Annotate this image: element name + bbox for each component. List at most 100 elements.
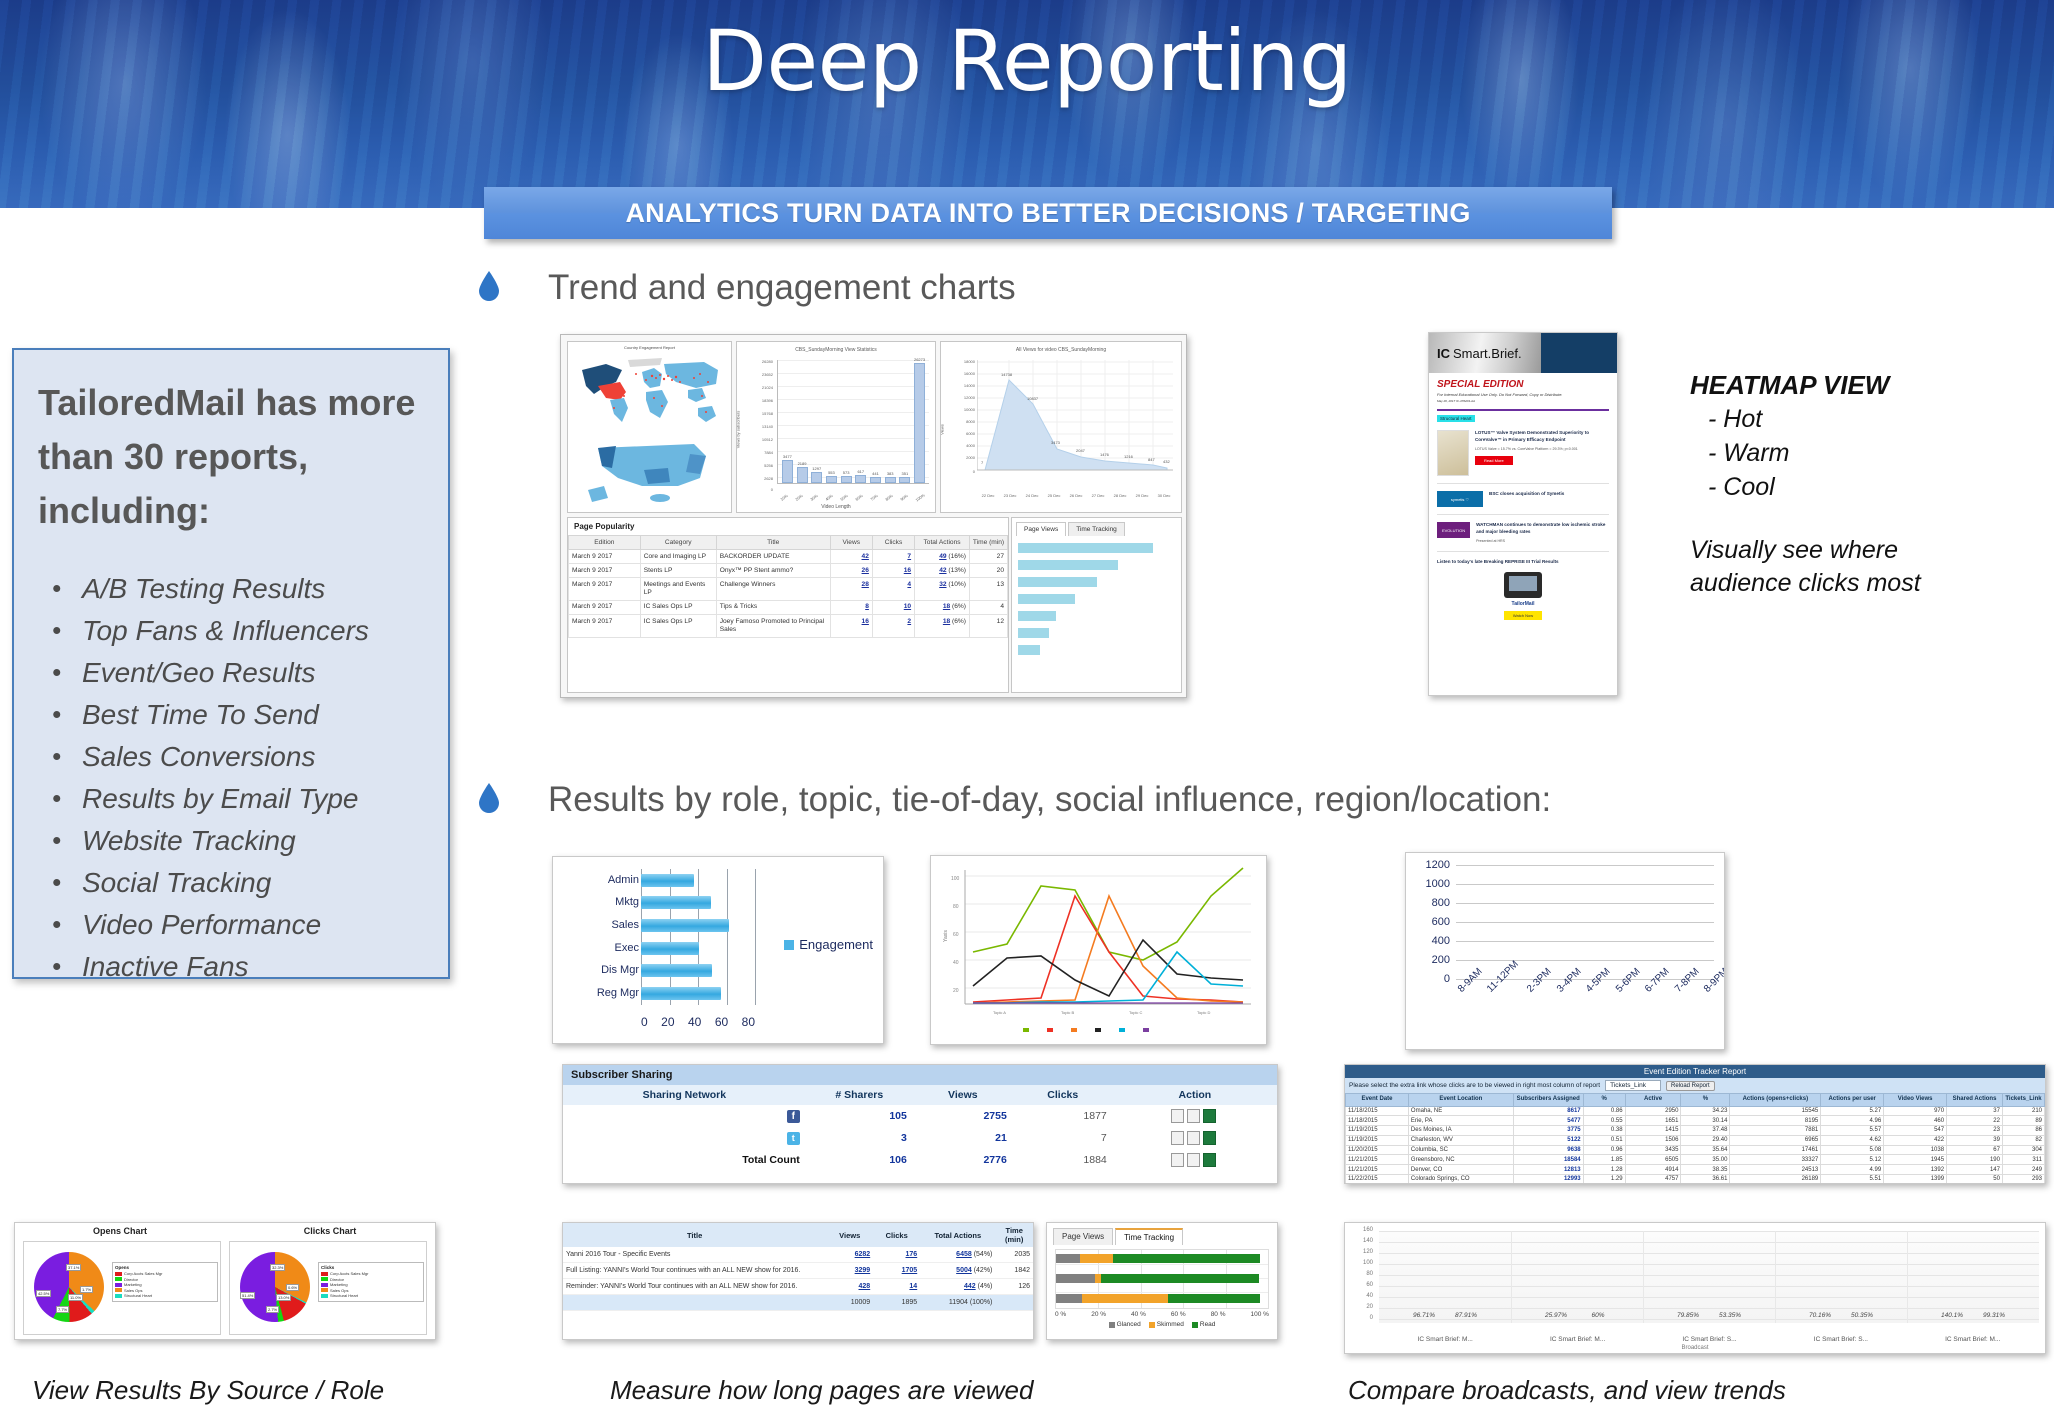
table-row: 11/19/2015 Charleston, WV 5122 0.51 1506 29.4… (1345, 1134, 2045, 1146)
report-icon[interactable] (1186, 1153, 1200, 1167)
table-cell: Greensboro, NC (1407, 1154, 1514, 1166)
table-cell: 11/21/2015 (1345, 1154, 1409, 1166)
cell-views[interactable]: 6282 (826, 1247, 874, 1263)
cell-clicks[interactable]: 7 (871, 548, 916, 565)
email-header: IC Smart.Brief. (1429, 333, 1617, 373)
table-cell: 38.35 (1680, 1164, 1731, 1175)
cell-views[interactable]: 26 (829, 563, 873, 579)
table-row: 11/19/2015 Des Moines, IA 3775 0.38 1415 37.4… (1345, 1125, 2045, 1136)
svg-text:Topic D: Topic D (1197, 1010, 1210, 1015)
subscriber-sharing-table[interactable]: Subscriber Sharing Sharing Network # Sha… (562, 1064, 1278, 1184)
extra-link-select[interactable]: Tickets_Link (1605, 1080, 1661, 1091)
cell-clicks[interactable]: 16 (871, 563, 916, 579)
list-item: Best Time To Send (38, 693, 424, 736)
read-more-button[interactable]: Read More (1474, 455, 1513, 465)
table-cell: 35.00 (1680, 1154, 1731, 1166)
table-cell: 11/20/2015 (1345, 1144, 1409, 1156)
table-cell: 5477 (1512, 1115, 1584, 1127)
reload-report-button[interactable]: Reload Report (1665, 1080, 1715, 1091)
details-icon[interactable] (1170, 1153, 1184, 1167)
heatmap-note-line1: Visually see where (1690, 536, 1898, 564)
table-cell: 8195 (1729, 1115, 1822, 1127)
story3-body: Presented at HRS (1476, 538, 1506, 543)
details-icon[interactable] (1170, 1131, 1184, 1145)
table-cell: 23 (1946, 1125, 2003, 1136)
cell-actions[interactable]: 5004 (42%) (920, 1262, 996, 1279)
page-popularity-table[interactable]: Page Popularity Edition Category Title V… (567, 517, 1009, 693)
all-views-area-chart: All Views for video CBS_SundayMorning Vi… (940, 341, 1182, 513)
table-cell: Des Moines, IA (1407, 1125, 1514, 1136)
trend-dashboard-screenshot[interactable]: Country Engagement Report CBS_SundayMorn… (560, 334, 1187, 698)
cell-clicks[interactable]: 10 (871, 599, 916, 616)
cell-actions[interactable]: 6458 (54%) (920, 1247, 996, 1263)
table-row: 11/21/2015 Denver, CO 12813 1.28 4914 38.35 24… (1345, 1164, 2045, 1175)
cell-actions[interactable]: 18 (6%) (914, 599, 970, 616)
yanni-tour-table[interactable]: Title Views Clicks Total Actions Time (m… (562, 1222, 1034, 1340)
email-heatmap-screenshot[interactable]: IC Smart.Brief. SPECIAL EDITION For Inte… (1428, 332, 1618, 696)
excel-export-icon[interactable] (1202, 1109, 1216, 1123)
cell-actions: 11904 (100%) (920, 1294, 996, 1311)
cell-clicks[interactable]: 4 (871, 577, 916, 601)
clicks-label-structural: 0.6% (286, 1284, 300, 1291)
clicks-label-salesops: 32.3% (270, 1264, 286, 1271)
video-thumbnail-icon (1504, 571, 1542, 598)
video-length-yaxis: 26280 23652 21024 18396 15768 13140 1051… (761, 359, 773, 492)
cell-clicks[interactable]: 176 (873, 1247, 921, 1263)
time-of-day-bars (1456, 865, 1714, 981)
cell-clicks[interactable]: 1705 (873, 1262, 921, 1279)
time-tracking-panel[interactable]: Page Views Time Tracking 0 % 20 % 40 % 60 … (1046, 1222, 1278, 1340)
col-total-actions: Total Actions (914, 535, 970, 550)
valve-image (1437, 430, 1469, 476)
table-cell: 5122 (1512, 1134, 1584, 1146)
tab-time-tracking[interactable]: Time Tracking (1115, 1228, 1184, 1245)
compare-xticks: IC Smart Brief: M... IC Smart Brief: M...… (1417, 1336, 2001, 1343)
opens-label-director: 7.7% (56, 1306, 70, 1313)
report-icon[interactable] (1186, 1109, 1200, 1123)
facebook-icon[interactable]: f (786, 1109, 800, 1123)
page-views-panel[interactable]: Page Views Time Tracking (1011, 517, 1182, 693)
header-banner: Deep Reporting (0, 0, 2054, 208)
cell-views[interactable]: 428 (826, 1278, 874, 1295)
heatmap-level-warm: - Warm (1708, 439, 1790, 467)
cell-time: 20 (968, 563, 1009, 579)
cell-actions[interactable]: 42 (13%) (914, 563, 970, 579)
twitter-icon[interactable]: t (786, 1131, 800, 1145)
cell-clicks[interactable]: 14 (873, 1278, 921, 1295)
col-sharers: # Sharers (805, 1085, 913, 1105)
report-icon[interactable] (1186, 1131, 1200, 1145)
cell-actions[interactable]: 18 (6%) (914, 614, 970, 638)
table-row: March 9 2017 IC Sales Ops LP Joey Famoso… (568, 614, 1009, 638)
tab-page-views[interactable]: Page Views (1053, 1228, 1114, 1245)
details-icon[interactable] (1170, 1109, 1184, 1123)
cell-views[interactable]: 28 (829, 577, 873, 601)
opens-label-structural: 1.7% (80, 1286, 94, 1293)
slide-root: Deep Reporting ANALYTICS TURN DATA INTO … (0, 0, 2054, 1418)
event-edition-tracker-report[interactable]: Event Edition Tracker Report Please sele… (1344, 1064, 2046, 1184)
tt-bar-row (1056, 1254, 1260, 1263)
cell-actions[interactable]: 49 (16%) (914, 548, 970, 565)
cell-clicks[interactable]: 2 (871, 614, 916, 638)
excel-export-icon[interactable] (1202, 1153, 1216, 1167)
tt-bar-row (1056, 1274, 1260, 1283)
cell-actions[interactable]: 442 (4%) (920, 1278, 996, 1295)
col-views: Views (826, 1223, 874, 1247)
table-row-total: 10009 1895 11904 (100%) (563, 1294, 1033, 1311)
tab-page-views[interactable]: Page Views (1016, 522, 1067, 536)
tt-bar-row (1056, 1294, 1260, 1303)
cell-views[interactable]: 42 (829, 548, 873, 565)
time-of-day-chart: 1200 1000 800 600 400 200 0 8-9AM 11-12P… (1405, 852, 1725, 1050)
cell-views[interactable]: 3299 (826, 1262, 874, 1279)
cell-time: 13 (968, 577, 1009, 601)
compare-yaxis: 160 140 120 100 80 60 40 20 0 (1362, 1227, 1373, 1321)
all-views-area-path (977, 360, 1173, 471)
col-edition: Edition (568, 535, 641, 550)
tab-time-tracking[interactable]: Time Tracking (1068, 522, 1125, 536)
table-cell: 5.27 (1820, 1105, 1885, 1117)
excel-export-icon[interactable] (1202, 1131, 1216, 1145)
list-item: Website Tracking (38, 819, 424, 862)
cell-actions[interactable]: 32 (10%) (914, 577, 970, 601)
heatmap-title: HEATMAP VIEW (1690, 370, 1890, 400)
watch-now-button[interactable]: Watch Now (1503, 610, 1543, 620)
cell-views[interactable]: 16 (829, 614, 873, 638)
cell-views[interactable]: 8 (829, 599, 873, 616)
